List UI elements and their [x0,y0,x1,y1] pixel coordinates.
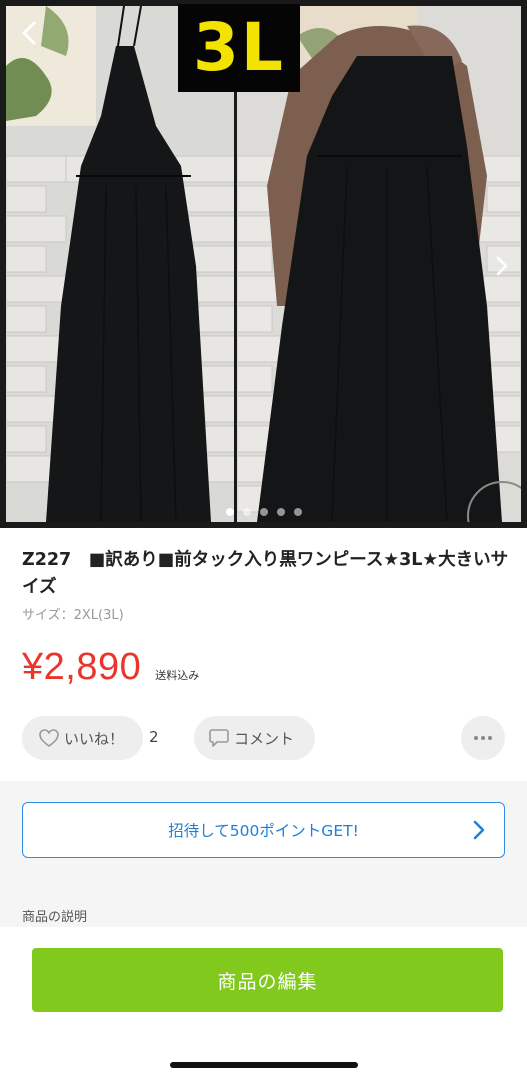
size-badge-overlay: 3L [178,4,300,92]
item-title: Z227 ■訳あり■前タック入り黒ワンピース★3L★大きいサイズ [22,550,509,597]
invite-banner[interactable]: 招待して500ポイントGET! [22,802,505,858]
carousel-dot[interactable] [225,508,234,516]
edit-item-button[interactable]: 商品の編集 [32,948,503,1012]
carousel-dot[interactable] [259,508,268,516]
carousel-dot[interactable] [276,508,285,516]
item-price: ¥2,890 [22,646,142,688]
chevron-right-icon [473,820,485,840]
like-label: いいね！ [64,729,125,748]
back-button[interactable] [12,16,46,50]
action-row: いいね！ 2 コメント [22,716,505,760]
more-options-button[interactable] [461,716,505,760]
speech-bubble-icon [209,729,229,747]
chevron-right-icon [496,256,508,276]
comment-label: コメント [234,729,295,748]
shipping-label: 送料込み [155,669,200,682]
carousel-dots [0,508,527,516]
heart-icon [39,729,59,747]
item-size: サイズ：2XL(3L) [22,608,124,623]
size-badge-text: 3L [193,9,285,86]
like-count: 2 [149,728,159,746]
next-photo-button[interactable] [487,248,517,284]
like-button[interactable]: いいね！ [22,716,143,760]
description-heading: 商品の説明 [22,910,88,925]
more-horizontal-icon [474,736,492,740]
carousel-dot[interactable] [242,508,251,516]
price-row: ¥2,890 送料込み [22,646,199,689]
item-photo-carousel[interactable]: 3L [0,0,527,528]
comment-button[interactable]: コメント [194,716,315,760]
invite-label: 招待して500ポイントGET! [168,822,359,840]
chevron-left-icon [22,21,36,45]
home-indicator [170,1062,358,1068]
carousel-dot[interactable] [293,508,302,516]
